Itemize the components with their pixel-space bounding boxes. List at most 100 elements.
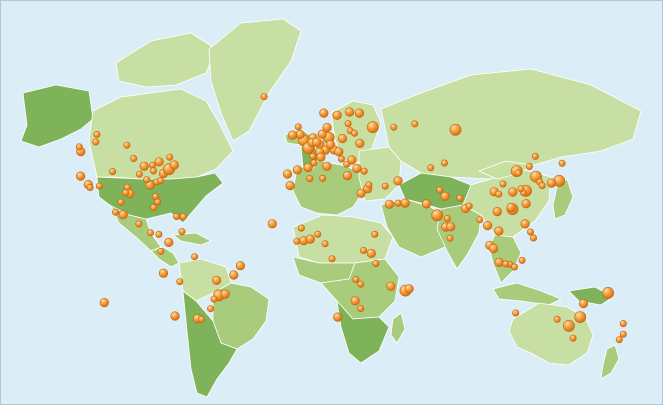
location-marker[interactable] [328, 255, 336, 263]
location-marker[interactable] [440, 191, 450, 201]
location-marker[interactable] [615, 336, 623, 344]
location-marker[interactable] [333, 312, 343, 322]
location-marker[interactable] [386, 281, 396, 291]
location-marker[interactable] [483, 221, 493, 231]
location-marker[interactable] [154, 198, 162, 206]
location-marker[interactable] [502, 260, 510, 268]
location-marker[interactable] [95, 182, 103, 190]
location-marker[interactable] [173, 213, 181, 221]
location-marker[interactable] [285, 181, 295, 191]
location-marker[interactable] [155, 230, 163, 238]
location-marker[interactable] [546, 178, 557, 188]
location-marker[interactable] [508, 187, 518, 197]
location-marker[interactable] [164, 237, 174, 247]
location-marker[interactable] [356, 188, 366, 198]
location-marker[interactable] [619, 330, 627, 338]
location-marker[interactable] [350, 296, 360, 306]
location-marker[interactable] [352, 276, 360, 284]
location-marker[interactable] [118, 210, 128, 220]
location-marker[interactable] [212, 275, 222, 285]
location-marker[interactable] [112, 208, 120, 216]
location-marker[interactable] [443, 215, 451, 223]
location-marker[interactable] [569, 334, 577, 342]
location-marker[interactable] [157, 177, 165, 185]
location-marker[interactable] [456, 194, 464, 202]
location-marker[interactable] [92, 138, 100, 146]
location-marker[interactable] [157, 247, 165, 255]
location-marker[interactable] [440, 159, 448, 167]
location-marker[interactable] [93, 131, 101, 139]
location-marker[interactable] [322, 161, 332, 171]
location-marker[interactable] [198, 315, 206, 323]
location-marker[interactable] [117, 198, 125, 206]
location-marker[interactable] [178, 228, 186, 236]
location-marker[interactable] [337, 155, 345, 163]
location-marker[interactable] [86, 184, 94, 192]
location-marker[interactable] [139, 161, 149, 171]
location-marker[interactable] [344, 120, 352, 128]
location-marker[interactable] [495, 190, 503, 198]
location-marker[interactable] [312, 137, 322, 147]
location-marker[interactable] [520, 219, 530, 229]
location-marker[interactable] [314, 230, 322, 238]
location-marker[interactable] [75, 143, 83, 151]
location-marker[interactable] [411, 120, 419, 128]
location-marker[interactable] [352, 163, 362, 174]
location-marker[interactable] [294, 123, 302, 131]
location-marker[interactable] [169, 160, 179, 170]
location-marker[interactable] [431, 209, 444, 222]
location-marker[interactable] [325, 140, 336, 150]
location-marker[interactable] [109, 168, 117, 176]
location-marker[interactable] [494, 257, 504, 268]
location-marker[interactable] [400, 198, 410, 208]
location-marker[interactable] [574, 311, 587, 323]
location-marker[interactable] [563, 319, 575, 332]
location-marker[interactable] [372, 259, 380, 267]
location-marker[interactable] [355, 138, 365, 148]
location-marker[interactable] [99, 298, 109, 308]
location-marker[interactable] [158, 268, 169, 278]
location-marker[interactable] [366, 248, 376, 258]
location-marker[interactable] [282, 169, 293, 179]
location-marker[interactable] [492, 207, 502, 217]
location-marker[interactable] [170, 311, 180, 321]
location-marker[interactable] [526, 228, 534, 236]
location-marker[interactable] [179, 213, 187, 221]
location-marker[interactable] [357, 280, 365, 288]
location-marker[interactable] [531, 152, 539, 160]
location-marker[interactable] [354, 108, 365, 118]
location-marker[interactable] [343, 160, 351, 168]
location-marker[interactable] [427, 164, 435, 172]
location-marker[interactable] [334, 147, 344, 157]
location-marker[interactable] [123, 141, 131, 149]
location-marker[interactable] [494, 226, 504, 236]
location-marker[interactable] [518, 256, 526, 264]
location-marker[interactable] [267, 219, 277, 229]
location-marker[interactable] [297, 224, 305, 232]
location-marker[interactable] [166, 153, 174, 161]
location-marker[interactable] [517, 185, 525, 193]
location-marker[interactable] [342, 171, 353, 181]
location-marker[interactable] [122, 189, 130, 197]
location-marker[interactable] [309, 152, 317, 160]
location-marker[interactable] [384, 199, 395, 209]
location-marker[interactable] [446, 222, 456, 232]
location-marker[interactable] [293, 237, 301, 245]
location-marker[interactable] [288, 130, 298, 140]
location-marker[interactable] [476, 216, 484, 224]
location-marker[interactable] [147, 229, 155, 237]
location-marker[interactable] [337, 133, 348, 144]
location-marker[interactable] [421, 199, 432, 209]
location-marker[interactable] [316, 152, 326, 162]
location-marker[interactable] [499, 180, 507, 188]
location-marker[interactable] [553, 315, 561, 323]
location-marker[interactable] [357, 304, 365, 312]
location-marker[interactable] [150, 167, 158, 175]
location-marker[interactable] [135, 170, 143, 178]
location-marker[interactable] [360, 167, 368, 175]
location-marker[interactable] [143, 176, 151, 184]
location-marker[interactable] [210, 295, 218, 303]
location-marker[interactable] [260, 93, 268, 101]
location-marker[interactable] [394, 199, 402, 207]
location-marker[interactable] [449, 123, 462, 136]
